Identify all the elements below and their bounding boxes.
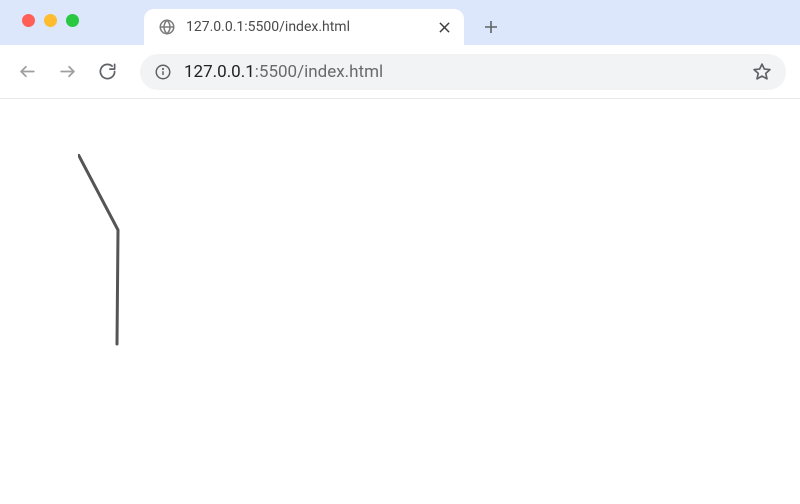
window-close-button[interactable] — [22, 14, 35, 27]
reload-button[interactable] — [90, 55, 124, 89]
tab-close-button[interactable] — [436, 19, 452, 35]
bookmark-star-icon[interactable] — [752, 62, 772, 82]
tab-bar: 127.0.0.1:5500/index.html — [0, 0, 800, 45]
forward-button[interactable] — [50, 55, 84, 89]
browser-tab[interactable]: 127.0.0.1:5500/index.html — [144, 9, 464, 45]
browser-chrome: 127.0.0.1:5500/index.html — [0, 0, 800, 99]
polyline-drawing — [78, 154, 138, 354]
back-button[interactable] — [10, 55, 44, 89]
url-path: :5500/index.html — [255, 62, 383, 82]
globe-icon — [158, 18, 176, 36]
site-info-icon[interactable] — [154, 63, 172, 81]
new-tab-button[interactable] — [476, 12, 506, 42]
toolbar: 127.0.0.1:5500/index.html — [0, 45, 800, 99]
window-minimize-button[interactable] — [44, 14, 57, 27]
page-content — [0, 99, 800, 504]
window-maximize-button[interactable] — [66, 14, 79, 27]
address-bar[interactable]: 127.0.0.1:5500/index.html — [140, 54, 786, 90]
url-text[interactable]: 127.0.0.1:5500/index.html — [184, 62, 740, 82]
url-host: 127.0.0.1 — [184, 62, 255, 82]
window-controls — [14, 14, 87, 27]
tab-title: 127.0.0.1:5500/index.html — [186, 19, 426, 35]
